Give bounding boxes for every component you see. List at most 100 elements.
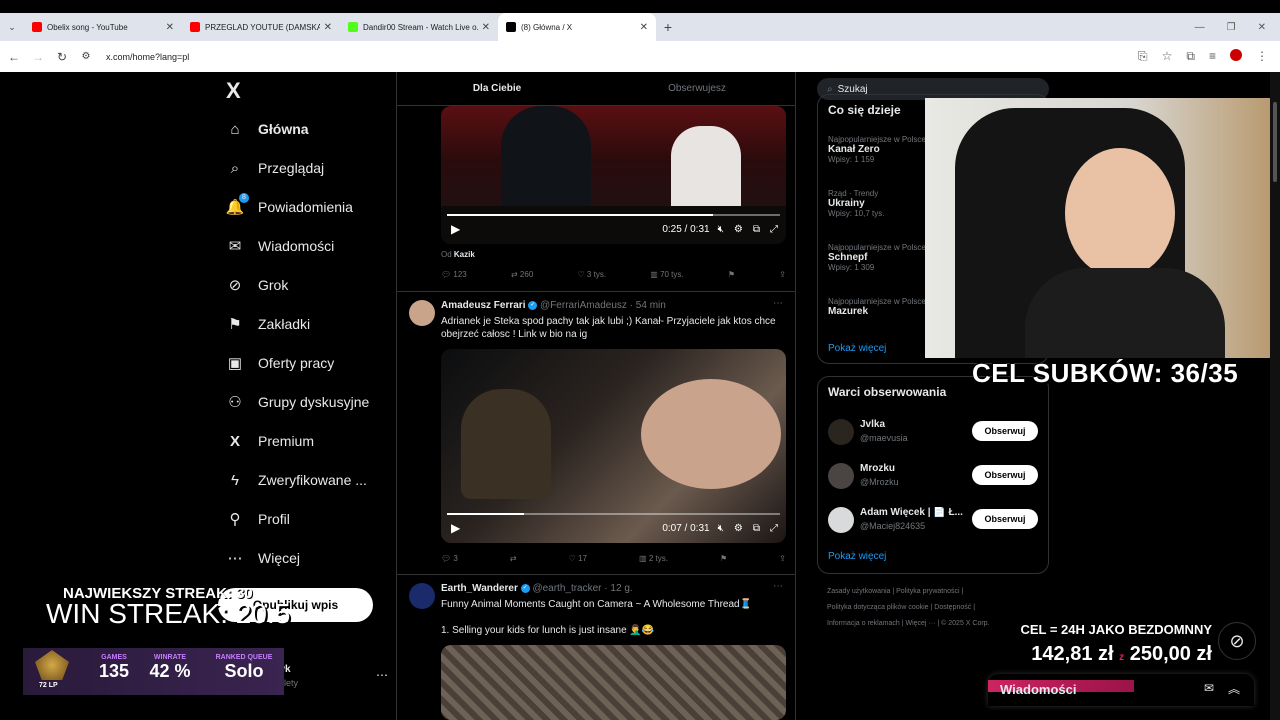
sidebar-item-notifications[interactable]: 🔔 8 Powiadomienia [226,193,353,216]
video-progress-bar[interactable] [447,214,780,216]
tweet-more-icon[interactable]: ⋯ [773,581,783,592]
video-progress-bar[interactable] [447,513,780,515]
footer-link[interactable]: Zasady użytkowania [827,588,890,595]
trend-item[interactable]: Najpopularniejsze w Polsce Mazurek [828,297,926,317]
avatar[interactable] [409,300,435,326]
browser-tab-1[interactable]: Obelix song - YouTube ✕ [24,13,182,41]
tab-list-chevron-icon[interactable]: ⌄ [0,22,24,33]
reload-icon[interactable]: ↻ [50,50,74,64]
tab-following[interactable]: Obserwujesz [597,72,795,105]
author-handle[interactable]: @FerrariAmadeusz [540,300,627,311]
play-icon[interactable]: ▶ [451,521,460,535]
author-name[interactable]: Amadeusz Ferrari [441,300,525,311]
new-message-icon[interactable]: ✉ [1204,681,1214,695]
sidebar-item-messages[interactable]: ✉ Wiadomości [226,237,335,255]
share-icon[interactable]: ⇪ [779,554,786,563]
site-info-icon[interactable]: ⚙ [74,51,98,62]
tweet-video-1[interactable]: ▶ 0:25 / 0:31 🔇︎ ⚙ ⧉ ⤢ [441,106,786,244]
follow-button[interactable]: Obserwuj [972,465,1038,485]
views-button[interactable]: ▥ 2 tys. [639,554,668,563]
like-button[interactable]: ♡ 17 [569,554,587,563]
messages-drawer[interactable]: Wiadomości ✉ ︽ [988,674,1254,706]
author-handle[interactable]: @earth_tracker [532,583,601,594]
follow-suggestion[interactable]: Adam Więcek | 📄 Ł... @Maciej824635 Obser… [818,505,1048,535]
show-more-trends-link[interactable]: Pokaż więcej [828,343,886,354]
page-scrollbar[interactable] [1270,72,1280,720]
show-more-follow-link[interactable]: Pokaż więcej [828,551,886,562]
sidebar-item-communities[interactable]: ⚇ Grupy dyskusyjne [226,393,369,411]
grok-floating-icon[interactable]: ⊘ [1218,622,1256,660]
expand-drawer-icon[interactable]: ︽ [1228,680,1240,697]
like-button[interactable]: ♡ 3 tys. [578,270,607,279]
retweet-button[interactable]: ⇄ [510,554,517,563]
browser-tab-3[interactable]: Dandir00 Stream - Watch Live o... ✕ [340,13,498,41]
footer-link[interactable]: Polityka prywatności [896,588,959,595]
fullscreen-icon[interactable]: ⤢ [770,224,778,235]
browser-tab-4[interactable]: (8) Główna / X ✕ [498,13,656,41]
sidebar-item-jobs[interactable]: ▣ Oferty pracy [226,354,334,372]
sidebar-item-explore[interactable]: ⌕ Przeglądaj [226,159,324,177]
minimize-icon[interactable]: — [1195,22,1205,33]
bookmark-icon[interactable]: ⚑ [728,270,735,279]
trend-item[interactable]: Najpopularniejsze w Polsce Schnepf Wpisy… [828,243,926,272]
tab-for-you[interactable]: Dla Ciebie [397,72,597,105]
tweet-age[interactable]: 12 g. [610,583,632,594]
url-field[interactable]: x.com/home?lang=pl [106,52,189,62]
follow-suggestion[interactable]: Jvlka @maevusia Obserwuj [818,417,1048,447]
tweet-age[interactable]: 54 min [636,300,666,311]
follow-button[interactable]: Obserwuj [972,421,1038,441]
sidebar-item-bookmarks[interactable]: ⚑ Zakładki [226,315,310,333]
bookmark-star-icon[interactable]: ☆ [1162,49,1173,64]
retweet-button[interactable]: ⇄ 260 [511,270,533,279]
menu-kebab-icon[interactable]: ⋮ [1256,49,1268,64]
scrollbar-thumb[interactable] [1273,102,1277,182]
footer-link[interactable]: Polityka dotycząca plików cookie [827,604,929,611]
maximize-icon[interactable]: ❐ [1227,22,1236,33]
extensions-icon[interactable]: ⧉ [1186,49,1195,64]
forward-icon[interactable]: → [26,50,50,64]
tweet-image-3[interactable] [441,645,786,720]
popout-icon[interactable]: ⧉ [753,224,760,235]
account-more-icon[interactable]: ⋯ [376,668,388,682]
sidebar-item-premium[interactable]: X Premium [226,432,314,450]
sidebar-item-home[interactable]: ⌂ Główna [226,120,308,138]
browser-tab-2[interactable]: PRZEGLAD YOUTUE (DAMSKA... ✕ [182,13,340,41]
close-window-icon[interactable]: ✕ [1258,22,1266,33]
close-tab-icon[interactable]: ✕ [482,22,490,33]
new-tab-icon[interactable]: + [656,19,680,35]
sidebar-item-verified-orgs[interactable]: ϟ Zweryfikowane ... [226,471,367,489]
trend-item[interactable]: Najpopularniejsze w Polsce Kanał Zero Wp… [828,135,926,164]
settings-icon[interactable]: ⚙ [734,523,743,534]
install-app-icon[interactable]: ⎘ [1138,49,1148,64]
mute-icon[interactable]: 🔇︎ [718,523,724,534]
settings-icon[interactable]: ⚙ [734,224,743,235]
attribution-name[interactable]: Kazik [454,250,475,259]
x-logo-icon[interactable]: X [226,78,241,104]
popout-icon[interactable]: ⧉ [753,523,760,534]
tweet-more-icon[interactable]: ⋯ [773,298,783,309]
avatar[interactable] [409,583,435,609]
footer-link[interactable]: Dostępność [934,604,971,611]
footer-link[interactable]: Informacja o reklamach [827,620,900,627]
back-icon[interactable]: ← [2,50,26,64]
author-name[interactable]: Earth_Wanderer [441,583,518,594]
mute-icon[interactable]: 🔇︎ [718,224,724,235]
bookmark-icon[interactable]: ⚑ [720,554,727,563]
sidebar-item-grok[interactable]: ⊘ Grok [226,276,289,294]
reply-button[interactable]: 💬︎ 123 [441,270,467,279]
views-button[interactable]: ▥ 70 tys. [650,270,683,279]
sidebar-item-profile[interactable]: ⚲ Profil [226,510,290,528]
media-icon[interactable]: ≡ [1209,49,1216,64]
follow-suggestion[interactable]: Mrozku @Mrozku Obserwuj [818,461,1048,491]
tweet-video-2[interactable]: ▶ 0:07 / 0:31 🔇︎ ⚙ ⧉ ⤢ [441,349,786,543]
close-tab-icon[interactable]: ✕ [166,22,174,33]
reply-button[interactable]: 💬︎ 3 [441,554,458,563]
close-tab-icon[interactable]: ✕ [324,22,332,33]
sidebar-item-more[interactable]: ⋯ Więcej [226,549,301,567]
fullscreen-icon[interactable]: ⤢ [770,523,778,534]
play-icon[interactable]: ▶ [451,222,460,236]
trend-item[interactable]: Rząd · Trendy Ukrainy Wpisy: 10,7 tys. [828,189,884,218]
footer-link[interactable]: Więcej ··· [905,620,935,627]
close-tab-icon[interactable]: ✕ [640,22,648,33]
follow-button[interactable]: Obserwuj [972,509,1038,529]
